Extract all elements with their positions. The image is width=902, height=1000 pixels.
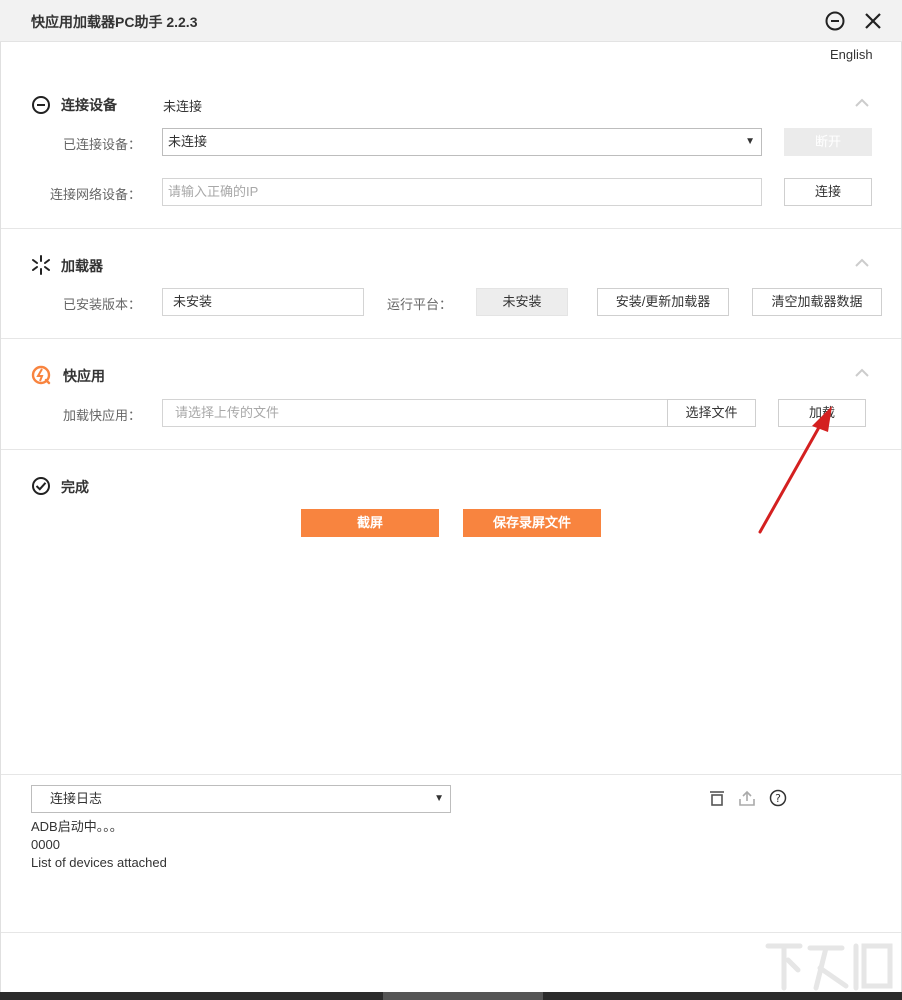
loader-spark-icon (32, 255, 50, 275)
trash-icon[interactable] (708, 789, 726, 807)
screenshot-button[interactable]: 截屏 (301, 509, 439, 537)
file-path-input[interactable]: 请选择上传的文件 (162, 399, 668, 427)
window-title: 快应用加载器PC助手 2.2.3 (31, 14, 198, 30)
close-icon[interactable] (862, 10, 884, 32)
installed-version-label: 已安装版本： (63, 297, 142, 312)
ip-input[interactable]: 请输入正确的IP (162, 178, 762, 206)
chevron-up-icon[interactable] (854, 258, 870, 268)
device-select[interactable]: 未连接 ▼ (162, 128, 762, 156)
taskbar-segment (383, 992, 543, 1000)
network-device-label: 连接网络设备： (50, 187, 142, 202)
check-circle-icon (32, 477, 50, 495)
clear-loader-data-button[interactable]: 清空加载器数据 (752, 288, 882, 316)
connected-device-label: 已连接设备： (63, 137, 142, 152)
save-recording-button[interactable]: 保存录屏文件 (463, 509, 601, 537)
connect-status: 未连接 (163, 99, 203, 114)
quickapp-icon (31, 365, 51, 385)
watermark-logo (765, 943, 893, 991)
help-icon[interactable]: ? (769, 789, 787, 807)
platform-label: 运行平台： (387, 297, 453, 312)
log-line: List of devices attached (31, 855, 167, 870)
section-divider (1, 228, 901, 229)
installed-version-value: 未安装 (162, 288, 364, 316)
language-switch[interactable]: English (830, 47, 873, 62)
dropdown-arrow-icon: ▼ (745, 136, 755, 147)
log-type-select[interactable]: 连接日志 ▼ (31, 785, 451, 813)
taskbar-strip (0, 992, 902, 1000)
dropdown-arrow-icon: ▼ (434, 793, 444, 804)
svg-text:?: ? (775, 792, 781, 805)
disconnect-button[interactable]: 断开 (784, 128, 872, 156)
chevron-up-icon[interactable] (854, 368, 870, 378)
platform-value: 未安装 (476, 288, 568, 316)
chevron-up-icon[interactable] (854, 98, 870, 108)
section-divider (1, 338, 901, 339)
log-divider (1, 774, 901, 775)
section-title-done: 完成 (61, 479, 89, 495)
upload-icon[interactable] (738, 789, 756, 807)
title-bar: 快应用加载器PC助手 2.2.3 (0, 0, 902, 42)
log-line: 0000 (31, 837, 60, 852)
connect-button[interactable]: 连接 (784, 178, 872, 206)
install-update-loader-button[interactable]: 安装/更新加载器 (597, 288, 729, 316)
section-title-quickapp: 快应用 (63, 368, 105, 384)
section-title-connect: 连接设备 (61, 97, 117, 113)
load-quickapp-label: 加载快应用： (63, 408, 142, 423)
footer-divider (1, 932, 901, 933)
choose-file-button[interactable]: 选择文件 (667, 399, 756, 427)
section-title-loader: 加载器 (61, 258, 103, 274)
log-output: ADB启动中。。。 0000 List of devices attached (31, 818, 167, 872)
device-select-value: 未连接 (168, 134, 208, 149)
log-type-value: 连接日志 (50, 791, 103, 806)
minimize-circle-icon[interactable] (825, 11, 845, 31)
annotation-arrow (758, 406, 832, 534)
log-line: ADB启动中。。。 (31, 819, 123, 834)
connect-icon (32, 96, 50, 114)
